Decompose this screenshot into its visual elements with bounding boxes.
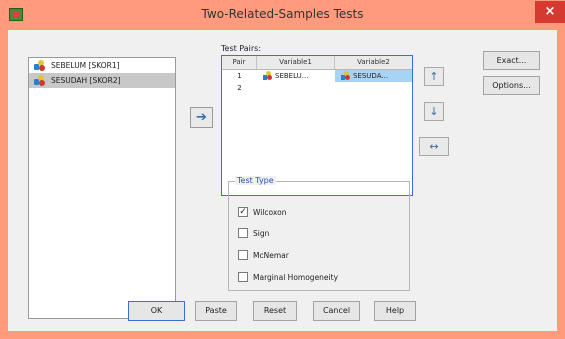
arrow-up-icon: ↑ bbox=[429, 70, 439, 83]
options-button[interactable]: Options... bbox=[483, 76, 540, 95]
reset-button[interactable]: Reset bbox=[253, 301, 297, 321]
title-bar[interactable]: Two-Related-Samples Tests × bbox=[0, 0, 565, 30]
cell-text: SEBELU... bbox=[275, 72, 309, 80]
scale-variable-icon bbox=[34, 75, 46, 86]
move-down-button[interactable]: ↓ bbox=[424, 102, 444, 121]
variable-list[interactable]: SEBELUM [SKOR1] SESUDAH [SKOR2] bbox=[28, 57, 176, 319]
cell-text: SESUDA... bbox=[353, 72, 389, 80]
sign-checkbox[interactable] bbox=[238, 228, 248, 238]
wilcoxon-checkbox[interactable]: ✓ bbox=[238, 207, 248, 217]
test-pairs-table[interactable]: Pair Variable1 Variable2 1 SEBELU... SES… bbox=[221, 55, 413, 196]
checkbox-label: Sign bbox=[253, 229, 270, 238]
scale-variable-icon bbox=[263, 71, 274, 81]
dialog-body: SEBELUM [SKOR1] SESUDAH [SKOR2] ➔ Test P… bbox=[8, 30, 557, 331]
column-header-variable2: Variable2 bbox=[357, 58, 390, 66]
ok-button[interactable]: OK bbox=[128, 301, 185, 321]
checkbox-label: McNemar bbox=[253, 251, 289, 260]
table-row[interactable]: 1 SEBELU... SESUDA... bbox=[222, 70, 412, 82]
column-header-pair: Pair bbox=[222, 56, 257, 69]
dialog-window: Two-Related-Samples Tests × SEBELUM [SKO… bbox=[0, 0, 565, 339]
cancel-button[interactable]: Cancel bbox=[313, 301, 360, 321]
pair-variable1-cell[interactable] bbox=[257, 82, 335, 94]
variable-label: SEBELUM [SKOR1] bbox=[51, 61, 120, 70]
test-type-legend: Test Type bbox=[235, 176, 276, 185]
checkbox-label: Wilcoxon bbox=[253, 208, 287, 217]
pair-number: 2 bbox=[237, 84, 242, 92]
arrow-right-icon: ➔ bbox=[196, 110, 207, 125]
close-button[interactable]: × bbox=[535, 1, 565, 23]
pair-variable1-cell[interactable]: SEBELU... bbox=[257, 70, 335, 82]
pair-number: 1 bbox=[237, 72, 242, 80]
dialog-title: Two-Related-Samples Tests bbox=[201, 7, 364, 21]
checkbox-label: Marginal Homogeneity bbox=[253, 273, 339, 282]
list-item-sesudah[interactable]: SESUDAH [SKOR2] bbox=[29, 73, 175, 88]
scale-variable-icon bbox=[341, 71, 352, 81]
arrow-down-icon: ↓ bbox=[429, 105, 439, 118]
test-type-group: Test Type ✓ Wilcoxon Sign McNemar Margin… bbox=[228, 176, 410, 291]
swap-button[interactable]: ↔ bbox=[419, 137, 449, 156]
marginal-homogeneity-checkbox[interactable] bbox=[238, 272, 248, 282]
exact-button[interactable]: Exact... bbox=[483, 51, 540, 70]
mcnemar-checkbox[interactable] bbox=[238, 250, 248, 260]
pair-variable2-cell[interactable]: SESUDA... bbox=[335, 70, 412, 82]
table-row[interactable]: 2 bbox=[222, 82, 412, 94]
help-button[interactable]: Help bbox=[374, 301, 416, 321]
variable-label: SESUDAH [SKOR2] bbox=[51, 76, 121, 85]
move-up-button[interactable]: ↑ bbox=[424, 67, 444, 86]
pair-variable2-cell[interactable] bbox=[335, 82, 412, 94]
scale-variable-icon bbox=[34, 60, 46, 71]
list-item-sebelum[interactable]: SEBELUM [SKOR1] bbox=[29, 58, 175, 73]
table-header: Pair Variable1 Variable2 bbox=[222, 56, 412, 70]
move-to-pairs-button[interactable]: ➔ bbox=[190, 107, 213, 128]
swap-arrows-icon: ↔ bbox=[429, 140, 439, 153]
test-pairs-label: Test Pairs: bbox=[221, 44, 262, 53]
paste-button[interactable]: Paste bbox=[195, 301, 237, 321]
column-header-variable1: Variable1 bbox=[257, 56, 335, 69]
